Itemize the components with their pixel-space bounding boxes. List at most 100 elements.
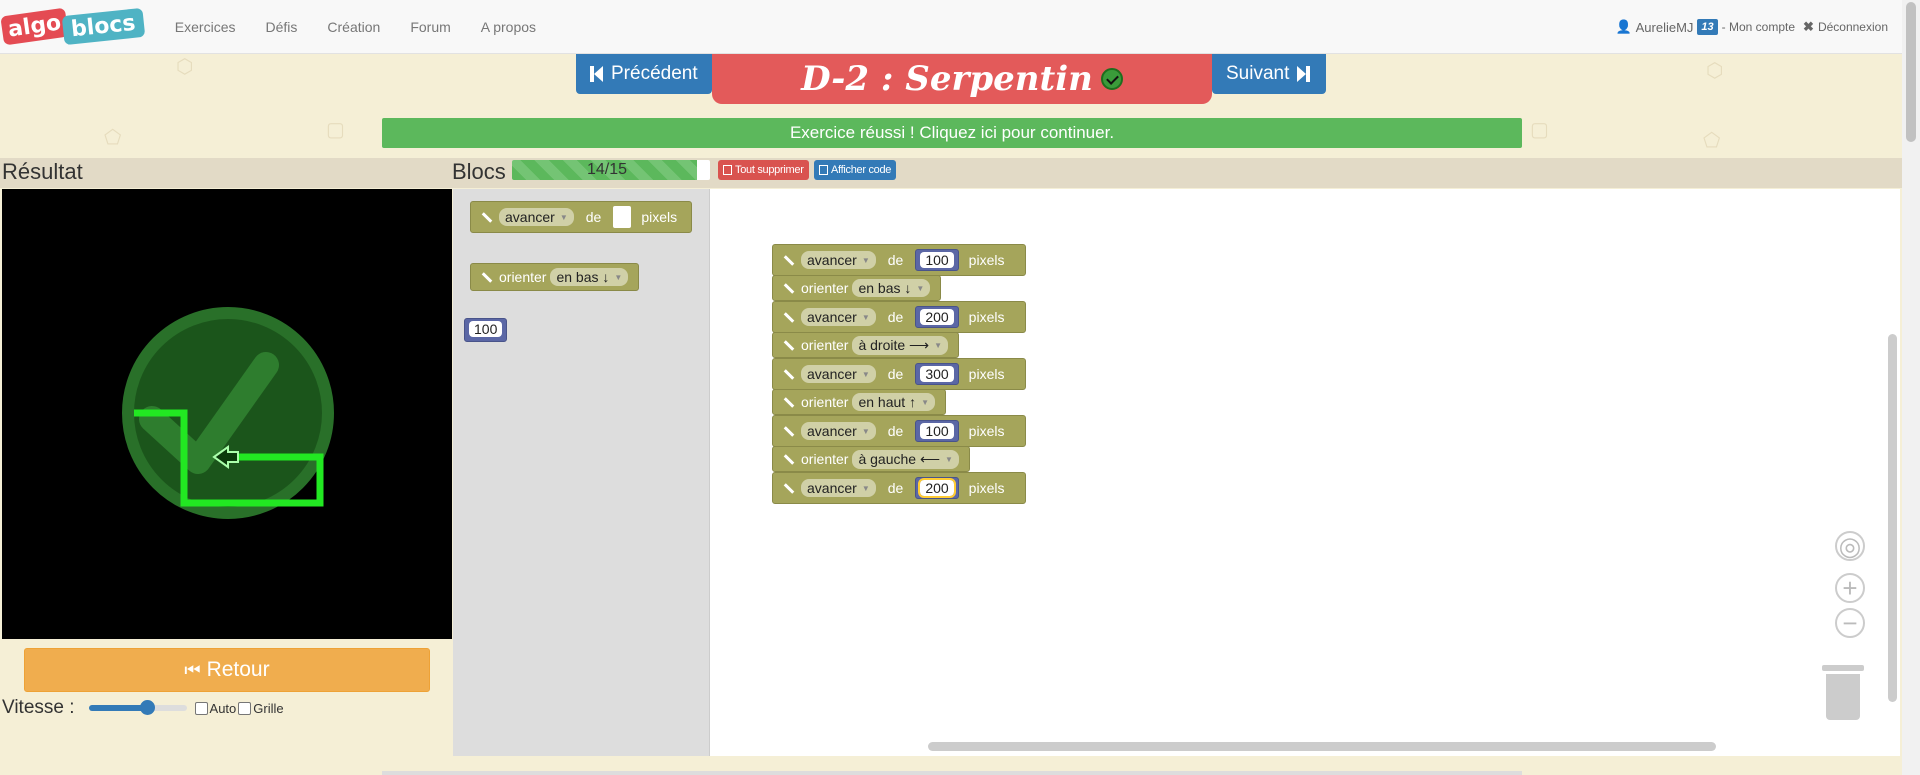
distance-value-block[interactable]: 200 xyxy=(915,306,959,328)
zoom-in-icon[interactable]: + xyxy=(1835,573,1865,603)
move-verb-dropdown[interactable]: avancer ▼ xyxy=(801,479,876,497)
move-verb-dropdown[interactable]: avancer ▼ xyxy=(801,422,876,440)
program-move-block[interactable]: avancer ▼ de 300 pixels xyxy=(772,358,1026,390)
block-count-progress: 14/15 xyxy=(512,160,710,180)
program-orient-block[interactable]: orienter en bas ↓ ▼ xyxy=(772,275,942,301)
back-button[interactable]: ⏮ Retour xyxy=(24,648,430,692)
check-circle-icon xyxy=(1100,68,1123,90)
logo-part-algo: algo xyxy=(0,7,69,46)
toolbox-orient-dropdown[interactable]: en bas ↓ ▼ xyxy=(550,268,629,286)
recenter-icon[interactable]: ◎ xyxy=(1835,531,1865,561)
direction-dropdown[interactable]: à gauche ⟵ ▼ xyxy=(852,449,959,469)
pencil-icon xyxy=(783,425,795,437)
algoblocs-logo[interactable]: algo blocs xyxy=(0,5,146,49)
empty-value-slot[interactable] xyxy=(613,206,632,228)
move-of-label: de xyxy=(887,480,904,496)
move-of-label: de xyxy=(887,423,904,439)
speed-slider-knob[interactable] xyxy=(140,700,156,715)
pencil-icon xyxy=(783,453,795,465)
program-move-block[interactable]: avancer ▼ de 100 pixels xyxy=(772,244,1026,276)
close-icon: ✖ xyxy=(1803,19,1814,34)
toolbox-orient-block[interactable]: orienter en bas ↓ ▼ xyxy=(470,263,640,291)
previous-label: Précédent xyxy=(611,63,698,84)
page-scrollbar[interactable] xyxy=(1902,0,1920,775)
workspace-horizontal-scrollbar[interactable] xyxy=(928,742,1716,751)
distance-value[interactable]: 100 xyxy=(920,252,954,268)
account-link[interactable]: - Mon compte xyxy=(1722,20,1795,34)
bottom-strip xyxy=(0,756,1902,775)
speed-slider[interactable] xyxy=(88,700,187,715)
zoom-out-icon[interactable]: − xyxy=(1835,608,1865,638)
direction-dropdown[interactable]: en bas ↓ ▼ xyxy=(852,279,931,297)
username-link[interactable]: AurelieMJ xyxy=(1636,20,1694,35)
show-code-button[interactable]: Afficher code xyxy=(814,160,897,180)
move-verb-dropdown[interactable]: avancer ▼ xyxy=(801,308,876,326)
program-move-block[interactable]: avancer ▼ de 200 pixels xyxy=(772,301,1026,333)
distance-value[interactable]: 100 xyxy=(920,423,954,439)
move-of-label: de xyxy=(887,309,904,325)
auto-checkbox[interactable] xyxy=(194,701,208,715)
user-icon: 👤 xyxy=(1615,19,1632,34)
logout-link[interactable]: Déconnexion xyxy=(1818,20,1888,34)
rewind-icon: ⏮ xyxy=(184,659,201,680)
distance-value-block[interactable]: 300 xyxy=(915,363,959,385)
result-canvas xyxy=(2,189,452,639)
toolbox-move-dropdown[interactable]: avancer ▼ xyxy=(499,208,574,226)
distance-value[interactable]: 200 xyxy=(918,478,956,498)
user-menu: 👤 AurelieMJ 13 - Mon compte ✖ Déconnexio… xyxy=(1615,0,1888,54)
program-move-block[interactable]: avancer ▼ de 100 pixels xyxy=(772,415,1026,447)
speed-slider-fill xyxy=(88,705,148,711)
toolbox-number-value: 100 xyxy=(469,321,503,337)
distance-value[interactable]: 200 xyxy=(920,309,954,325)
nav-link-exercices[interactable]: Exercices xyxy=(160,0,251,54)
distance-value-block[interactable]: 200 xyxy=(915,477,959,499)
pencil-icon xyxy=(783,368,795,380)
nav-links: Exercices Défis Création Forum A propos xyxy=(160,0,551,54)
distance-value[interactable]: 300 xyxy=(920,366,954,382)
distance-value-block[interactable]: 100 xyxy=(915,420,959,442)
auto-label: Auto xyxy=(209,700,237,716)
background-square-decor: ▢ xyxy=(326,119,345,141)
program-orient-block[interactable]: orienter à droite ⟶ ▼ xyxy=(772,332,960,358)
move-verb-dropdown[interactable]: avancer ▼ xyxy=(801,251,876,269)
nav-link-forum[interactable]: Forum xyxy=(395,0,465,54)
exercise-title-text: D-2 : Serpentin xyxy=(801,59,1093,99)
move-of-label: de xyxy=(887,252,904,268)
toolbox-move-block[interactable]: avancer ▼ de pixels xyxy=(470,201,692,233)
delete-all-button[interactable]: Tout supprimer xyxy=(718,160,809,180)
move-verb-dropdown[interactable]: avancer ▼ xyxy=(801,365,876,383)
next-button[interactable]: Suivant xyxy=(1212,54,1326,94)
direction-dropdown[interactable]: à droite ⟶ ▼ xyxy=(852,335,949,355)
program-move-block[interactable]: avancer ▼ de 200 pixels xyxy=(772,472,1026,504)
workspace-vertical-scrollbar[interactable] xyxy=(1888,334,1897,702)
orient-verb-label: orienter xyxy=(801,394,849,410)
delete-all-label: Tout supprimer xyxy=(735,164,804,176)
nav-link-defis[interactable]: Défis xyxy=(250,0,312,54)
grid-label: Grille xyxy=(253,700,284,716)
grid-checkbox[interactable] xyxy=(238,701,252,715)
direction-dropdown[interactable]: en haut ↑ ▼ xyxy=(852,393,935,411)
step-forward-icon xyxy=(1297,66,1311,82)
pencil-icon xyxy=(783,282,795,294)
success-banner[interactable]: Exercice réussi ! Cliquez ici pour conti… xyxy=(382,118,1522,148)
toolbox-number-block[interactable]: 100 xyxy=(464,318,508,342)
move-unit-label: pixels xyxy=(968,480,1005,496)
nav-link-creation[interactable]: Création xyxy=(312,0,395,54)
next-label: Suivant xyxy=(1226,63,1290,84)
nav-link-apropos[interactable]: A propos xyxy=(466,0,551,54)
move-unit-label: pixels xyxy=(968,309,1005,325)
program-orient-block[interactable]: orienter à gauche ⟵ ▼ xyxy=(772,446,970,472)
step-backward-icon xyxy=(590,66,603,82)
orient-verb-label: orienter xyxy=(801,280,849,296)
previous-button[interactable]: Précédent xyxy=(576,54,712,94)
level-badge: 13 xyxy=(1697,19,1718,35)
program-orient-block[interactable]: orienter en haut ↑ ▼ xyxy=(772,389,946,415)
move-unit-label: pixels xyxy=(968,252,1005,268)
move-unit-label: pixels xyxy=(968,423,1005,439)
blocks-heading: Blocs xyxy=(452,159,506,184)
orient-verb-label: orienter xyxy=(801,337,849,353)
distance-value-block[interactable]: 100 xyxy=(915,249,959,271)
background-hexagon-decor: ⬡ xyxy=(1706,60,1724,82)
top-navbar: algo blocs Exercices Défis Création Foru… xyxy=(0,0,1902,54)
trash-icon[interactable] xyxy=(1822,665,1864,721)
